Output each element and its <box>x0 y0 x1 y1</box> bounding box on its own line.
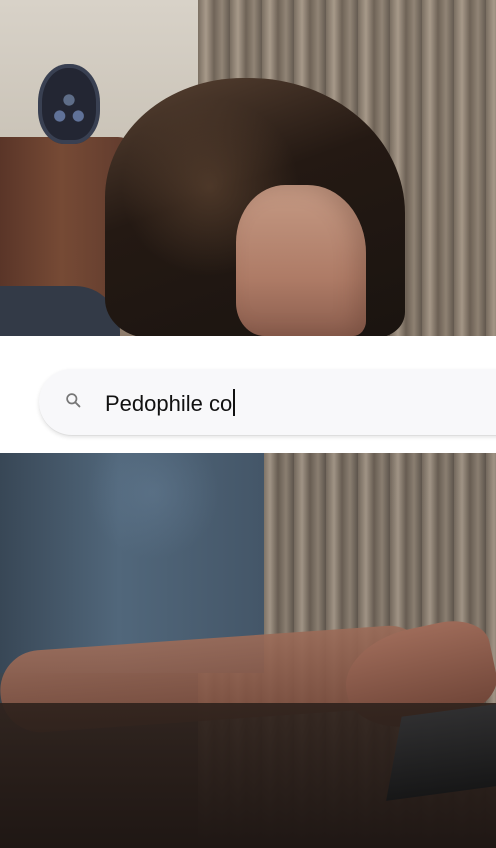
upper-video-image <box>0 0 496 336</box>
search-icon <box>66 393 81 408</box>
decorative-ornament <box>38 64 100 144</box>
lower-video-image <box>0 453 496 848</box>
person-face <box>236 185 366 336</box>
search-input[interactable]: Pedophile co <box>39 369 496 435</box>
search-query-text: Pedophile co <box>105 389 236 417</box>
video-frame-with-search-overlay: Pedophile co <box>0 0 496 848</box>
text-cursor <box>233 389 236 416</box>
